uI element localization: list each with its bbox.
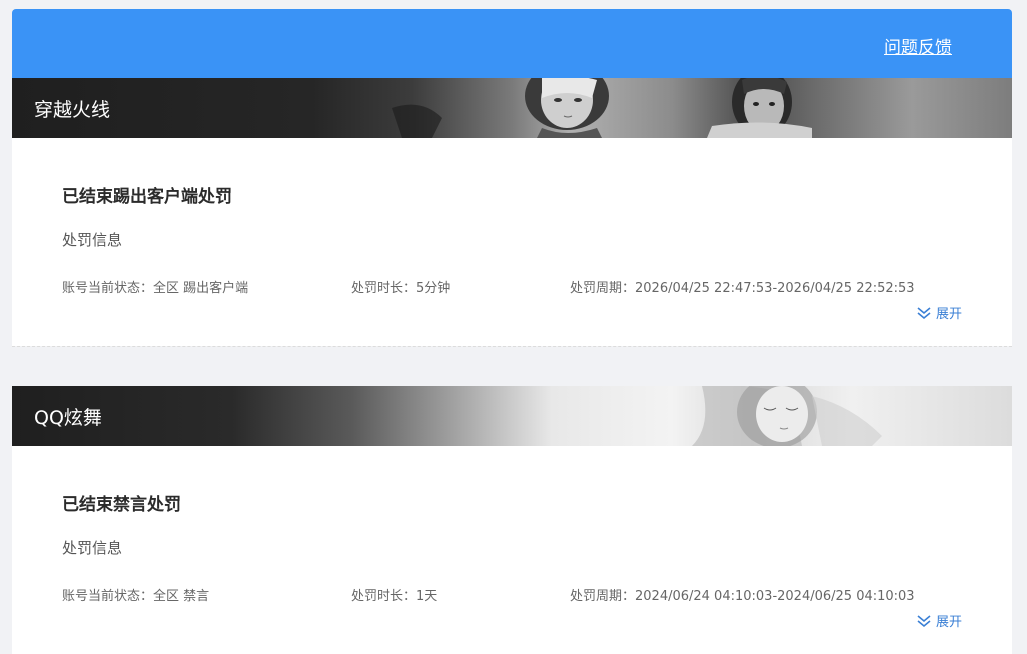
expand-button[interactable]: 展开	[916, 303, 962, 322]
penalty-section-cf: 穿越火线 已结束踢出客户端处罚 处罚信息 账号当前状态：全区 踢出客户端 处罚时…	[12, 78, 1012, 346]
penalty-card: 已结束禁言处罚 处罚信息 账号当前状态：全区 禁言 处罚时长：1天 处罚周期：2…	[12, 446, 1012, 654]
penalty-section-qq: QQ炫舞 已结束禁言处罚 处罚信息 账号当前状态：全区 禁言 处罚时长：1天 处…	[12, 386, 1012, 654]
character-art-image	[692, 386, 882, 446]
section-divider	[12, 346, 1012, 347]
game-title: QQ炫舞	[34, 407, 102, 429]
penalty-duration-text: 处罚时长：5分钟	[351, 281, 451, 296]
penalty-duration-text: 处罚时长：1天	[351, 589, 438, 604]
penalty-info-label: 处罚信息	[62, 231, 123, 249]
chevron-double-down-icon	[917, 306, 931, 319]
expand-label: 展开	[935, 615, 962, 630]
character-art-image	[392, 78, 812, 138]
game-title: 穿越火线	[34, 99, 111, 121]
game-banner: 穿越火线	[12, 78, 1012, 138]
chevron-double-down-icon	[917, 614, 931, 627]
penalty-status-title: 已结束禁言处罚	[62, 495, 181, 515]
penalty-info-label: 处罚信息	[62, 539, 123, 557]
penalty-status-title: 已结束踢出客户端处罚	[62, 187, 232, 207]
account-status-text: 账号当前状态：全区 踢出客户端	[62, 281, 249, 296]
top-bar: 问题反馈	[12, 9, 1012, 78]
feedback-link[interactable]: 问题反馈	[884, 33, 952, 58]
penalty-card: 已结束踢出客户端处罚 处罚信息 账号当前状态：全区 踢出客户端 处罚时长：5分钟…	[12, 138, 1012, 346]
expand-button[interactable]: 展开	[916, 611, 962, 630]
game-banner: QQ炫舞	[12, 386, 1012, 446]
penalty-period-text: 处罚周期：2024/06/24 04:10:03-2024/06/25 04:1…	[570, 589, 915, 604]
expand-label: 展开	[935, 307, 962, 322]
penalty-period-text: 处罚周期：2026/04/25 22:47:53-2026/04/25 22:5…	[570, 281, 915, 296]
account-status-text: 账号当前状态：全区 禁言	[62, 589, 210, 604]
